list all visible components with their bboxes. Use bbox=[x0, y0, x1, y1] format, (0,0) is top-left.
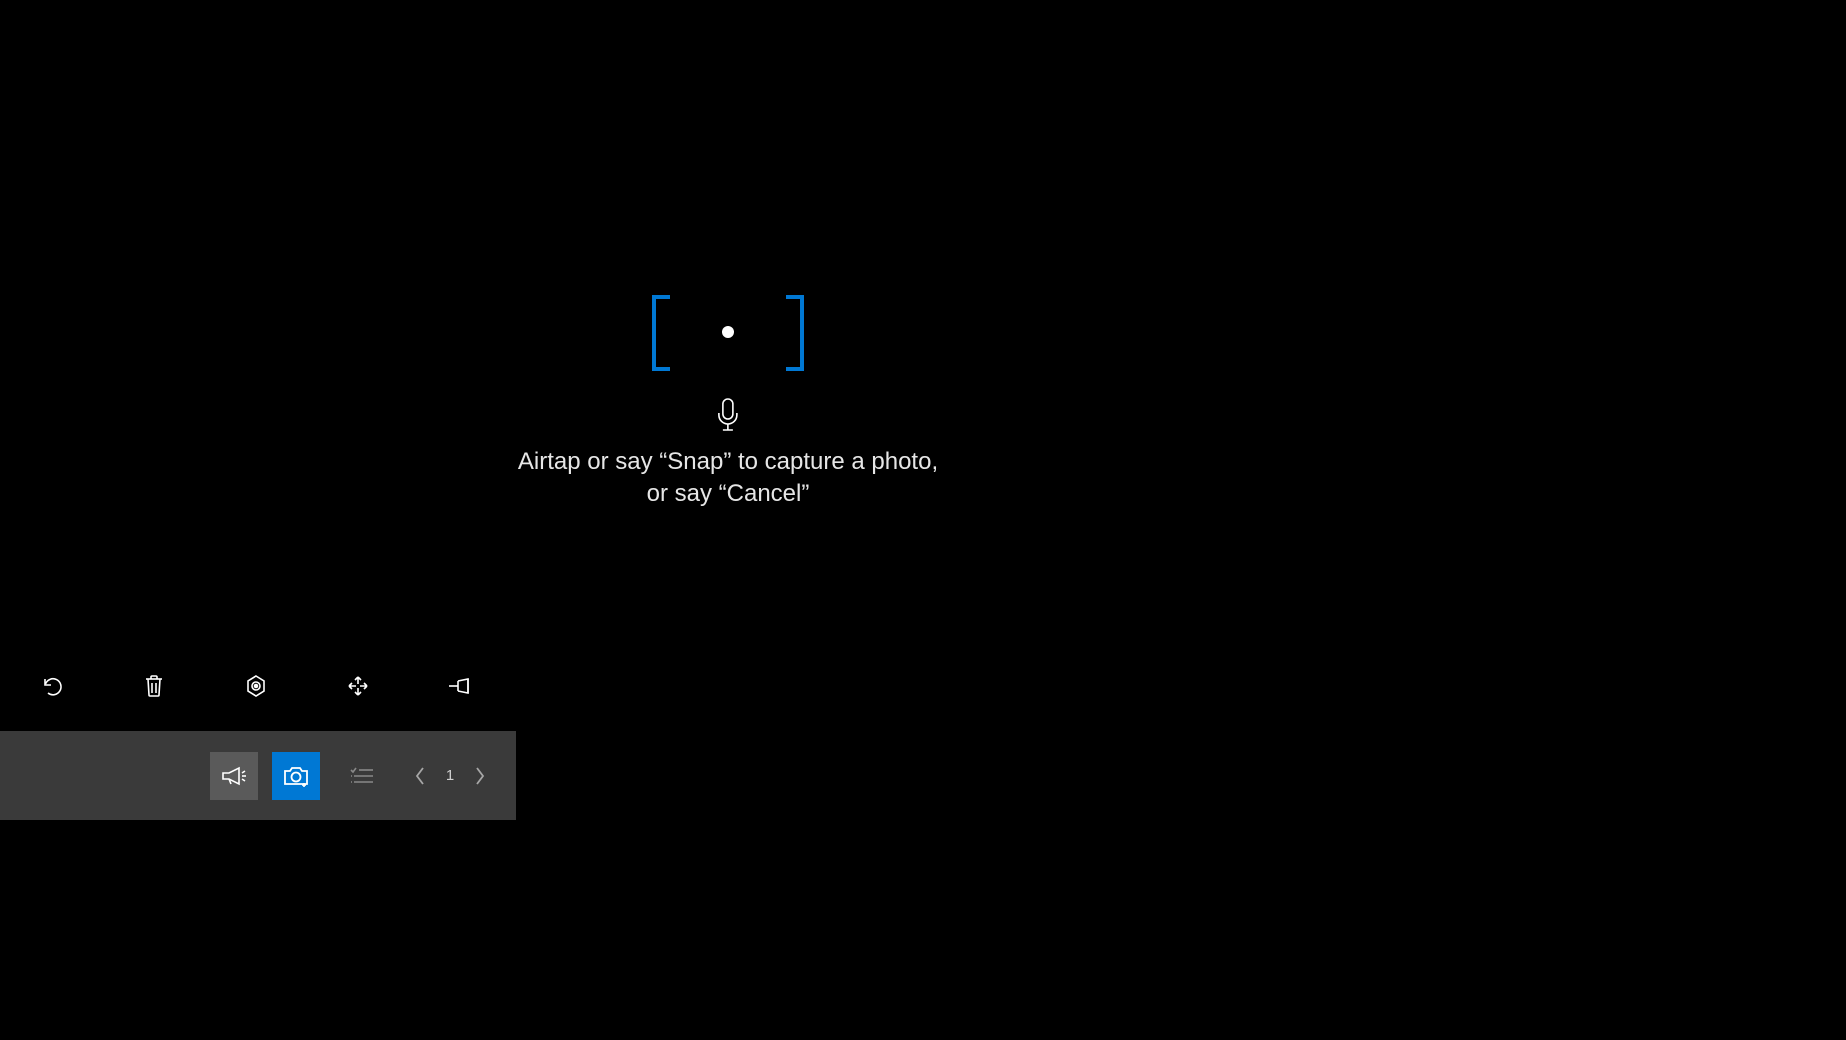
delete-button[interactable] bbox=[140, 672, 168, 700]
task-list-button[interactable] bbox=[342, 752, 382, 800]
prev-slide-button[interactable] bbox=[402, 752, 438, 800]
edit-toolbar bbox=[38, 672, 474, 700]
slideshow-control-bar: 1 bbox=[0, 731, 516, 820]
slide-number: 1 bbox=[438, 767, 462, 784]
undo-button[interactable] bbox=[38, 672, 66, 700]
chevron-right-icon bbox=[474, 766, 486, 786]
announce-button[interactable] bbox=[210, 752, 258, 800]
delete-icon bbox=[144, 674, 164, 698]
camera-icon bbox=[283, 765, 309, 787]
next-slide-button[interactable] bbox=[462, 752, 498, 800]
camera-viewport[interactable]: Airtap or say “Snap” to capture a photo,… bbox=[0, 0, 1456, 820]
voice-prompt-area: Airtap or say “Snap” to capture a photo,… bbox=[518, 398, 938, 511]
frame-bracket-right bbox=[786, 295, 804, 371]
frame-bracket-left bbox=[652, 295, 670, 371]
move-button[interactable] bbox=[344, 672, 372, 700]
anchor-button[interactable] bbox=[242, 672, 270, 700]
move-icon bbox=[347, 675, 369, 697]
gaze-cursor-dot bbox=[722, 326, 734, 338]
undo-icon bbox=[41, 674, 63, 698]
megaphone-icon bbox=[221, 766, 247, 786]
capture-instruction-text: Airtap or say “Snap” to capture a photo,… bbox=[518, 446, 938, 511]
task-list-icon bbox=[350, 767, 374, 785]
slide-nav-group: 1 bbox=[402, 752, 498, 800]
anchor-icon bbox=[244, 674, 268, 698]
camera-button[interactable] bbox=[272, 752, 320, 800]
microphone-icon bbox=[717, 398, 739, 432]
capture-frame bbox=[652, 295, 804, 371]
chevron-left-icon bbox=[414, 766, 426, 786]
pin-icon bbox=[448, 677, 472, 695]
pin-button[interactable] bbox=[446, 672, 474, 700]
